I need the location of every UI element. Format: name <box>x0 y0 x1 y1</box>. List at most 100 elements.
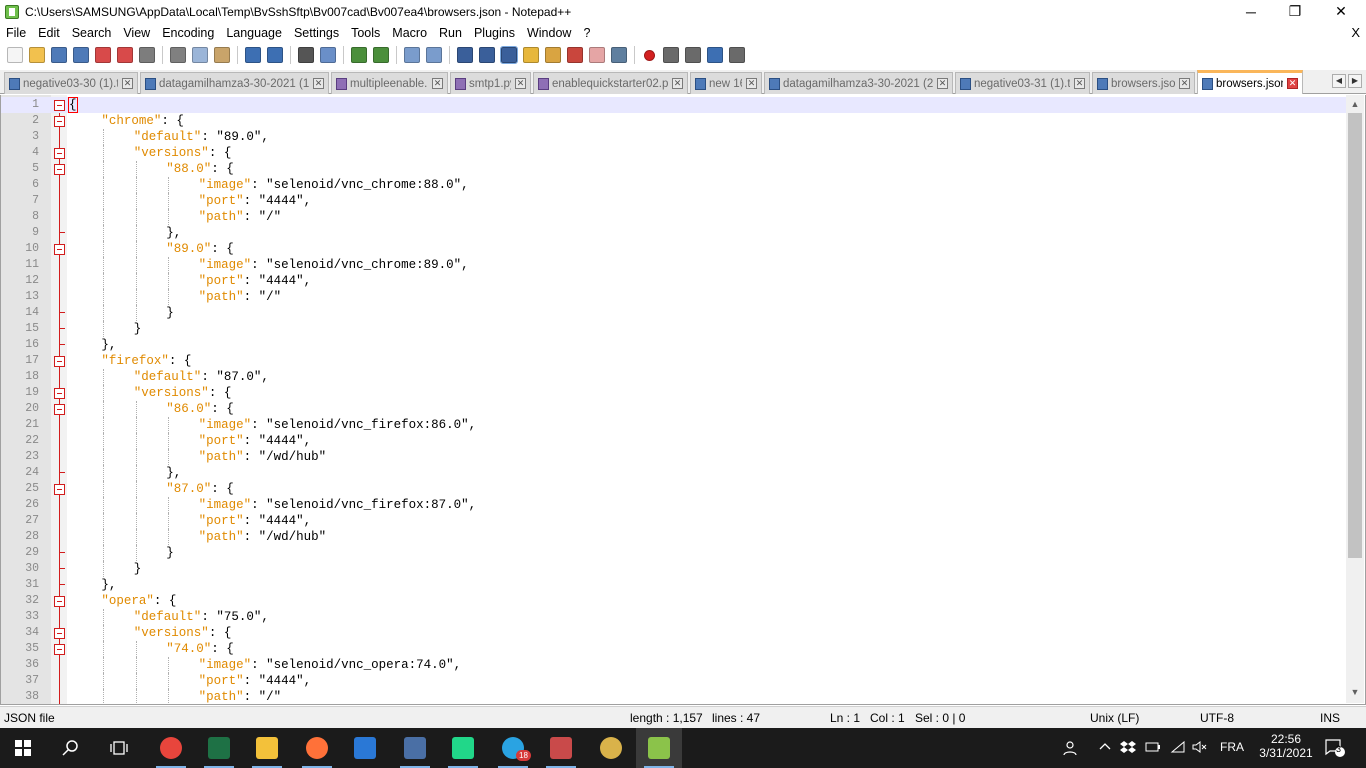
fold-toggle-icon[interactable] <box>54 596 65 607</box>
code-line[interactable]: 34 "versions": { <box>1 625 1347 641</box>
fold-toggle-icon[interactable] <box>54 148 65 159</box>
maximize-button[interactable]: ❐ <box>1272 0 1318 23</box>
wifi-icon[interactable] <box>1170 740 1186 757</box>
code-line[interactable]: 2 "chrome": { <box>1 113 1347 129</box>
doc-map-icon[interactable] <box>545 47 561 63</box>
file-tab[interactable]: datagamilhamza3-30-2021 (1).txt ✕ <box>140 72 329 94</box>
menu-run[interactable]: Run <box>433 26 468 40</box>
save-all-icon[interactable] <box>73 47 89 63</box>
menu-file[interactable]: File <box>0 26 32 40</box>
battery-icon[interactable] <box>1145 740 1161 757</box>
new-file-icon[interactable] <box>7 47 23 63</box>
menu-window[interactable]: Window <box>521 26 577 40</box>
code-line[interactable]: 15} <box>1 321 1347 337</box>
code-line[interactable]: 31}, <box>1 577 1347 593</box>
code-line[interactable]: 8 "path": "/" <box>1 209 1347 225</box>
open-file-icon[interactable] <box>29 47 45 63</box>
dropbox-icon[interactable] <box>1120 740 1136 757</box>
code-editor[interactable]: 1{2 "chrome": {3 "default": "89.0", 4 "versi… <box>0 95 1366 705</box>
code-line[interactable]: 7 "port": "4444", <box>1 193 1347 209</box>
file-tab[interactable]: negative03-30 (1).txt ✕ <box>4 72 138 94</box>
status-insert-mode[interactable]: INS <box>1320 711 1340 725</box>
sync-vertical-icon[interactable] <box>404 47 420 63</box>
play-macro-icon[interactable] <box>685 47 701 63</box>
save-icon[interactable] <box>51 47 67 63</box>
menu-tools[interactable]: Tools <box>345 26 386 40</box>
code-line[interactable]: 13 "path": "/" <box>1 289 1347 305</box>
menu-macro[interactable]: Macro <box>386 26 433 40</box>
fold-toggle-icon[interactable] <box>54 628 65 639</box>
vertical-scrollbar[interactable]: ▲ ▼ <box>1346 95 1364 703</box>
menu-edit[interactable]: Edit <box>32 26 66 40</box>
pycharm-icon[interactable] <box>440 728 486 768</box>
code-line[interactable]: 32 "opera": { <box>1 593 1347 609</box>
close-tab-icon[interactable]: ✕ <box>313 78 324 89</box>
start-icon[interactable] <box>0 728 46 768</box>
code-line[interactable]: 28 "path": "/wd/hub" <box>1 529 1347 545</box>
code-line[interactable]: 14} <box>1 305 1347 321</box>
fold-toggle-icon[interactable] <box>54 356 65 367</box>
menu-search[interactable]: Search <box>66 26 118 40</box>
scroll-down-arrow-icon[interactable]: ▼ <box>1348 685 1362 699</box>
file-tab[interactable]: new 16 ✕ <box>690 72 762 94</box>
calculator-icon[interactable] <box>392 728 438 768</box>
fold-toggle-icon[interactable] <box>54 644 65 655</box>
file-tab[interactable]: browsers.json ✕ <box>1197 70 1303 94</box>
zoom-in-icon[interactable] <box>351 47 367 63</box>
code-line[interactable]: 25 "87.0": { <box>1 481 1347 497</box>
close-tab-icon[interactable]: ✕ <box>1287 78 1298 89</box>
code-line[interactable]: 24}, <box>1 465 1347 481</box>
fold-toggle-icon[interactable] <box>54 244 65 255</box>
code-line[interactable]: 10 "89.0": { <box>1 241 1347 257</box>
close-all-icon[interactable] <box>117 47 133 63</box>
find-icon[interactable] <box>298 47 314 63</box>
cut-icon[interactable] <box>170 47 186 63</box>
code-line[interactable]: 16}, <box>1 337 1347 353</box>
close-tab-icon[interactable]: ✕ <box>122 78 133 89</box>
tab-scroll-left-button[interactable]: ◀ <box>1332 74 1346 88</box>
paste-icon[interactable] <box>214 47 230 63</box>
code-line[interactable]: 37 "port": "4444", <box>1 673 1347 689</box>
status-eol[interactable]: Unix (LF) <box>1090 711 1139 725</box>
code-line[interactable]: 33 "default": "75.0", <box>1 609 1347 625</box>
tab-scroll-right-button[interactable]: ▶ <box>1348 74 1362 88</box>
firefox-icon[interactable] <box>294 728 340 768</box>
code-line[interactable]: 5 "88.0": { <box>1 161 1347 177</box>
onedrive-icon[interactable] <box>342 728 388 768</box>
code-line[interactable]: 29} <box>1 545 1347 561</box>
code-line[interactable]: 18 "default": "87.0", <box>1 369 1347 385</box>
code-line[interactable]: 38 "path": "/" <box>1 689 1347 704</box>
clock[interactable]: 22:56 3/31/2021 <box>1255 732 1317 760</box>
paint-3d-icon[interactable] <box>588 728 634 768</box>
function-list-icon[interactable] <box>567 47 583 63</box>
scroll-up-arrow-icon[interactable]: ▲ <box>1348 97 1362 111</box>
file-tab[interactable]: negative03-31 (1).txt ✕ <box>955 72 1090 94</box>
code-line[interactable]: 27 "port": "4444", <box>1 513 1347 529</box>
notification-center-icon[interactable]: 3 <box>1324 738 1346 761</box>
close-tab-icon[interactable]: ✕ <box>515 78 526 89</box>
minimize-button[interactable]: ─ <box>1228 0 1274 23</box>
menu-encoding[interactable]: Encoding <box>156 26 220 40</box>
file-tab[interactable]: browsers.json ✕ <box>1092 72 1195 94</box>
fold-toggle-icon[interactable] <box>54 388 65 399</box>
code-line[interactable]: 1{ <box>1 97 1347 113</box>
save-macro-icon[interactable] <box>729 47 745 63</box>
paint-app-icon[interactable] <box>538 728 584 768</box>
monitoring-icon[interactable] <box>611 47 627 63</box>
show-all-chars-icon[interactable] <box>479 47 495 63</box>
close-tab-icon[interactable]: ✕ <box>672 78 683 89</box>
redo-icon[interactable] <box>267 47 283 63</box>
close-icon[interactable] <box>95 47 111 63</box>
people-icon[interactable] <box>1062 740 1078 759</box>
code-line[interactable]: 17 "firefox": { <box>1 353 1347 369</box>
menu-settings[interactable]: Settings <box>288 26 345 40</box>
sync-horizontal-icon[interactable] <box>426 47 442 63</box>
zoom-out-icon[interactable] <box>373 47 389 63</box>
code-line[interactable]: 36 "image": "selenoid/vnc_opera:74.0", <box>1 657 1347 673</box>
input-language[interactable]: FRA <box>1220 740 1244 754</box>
code-line[interactable]: 3 "default": "89.0", <box>1 129 1347 145</box>
code-line[interactable]: 11 "image": "selenoid/vnc_chrome:89.0", <box>1 257 1347 273</box>
code-line[interactable]: 20 "86.0": { <box>1 401 1347 417</box>
fold-toggle-icon[interactable] <box>54 484 65 495</box>
word-wrap-icon[interactable] <box>457 47 473 63</box>
